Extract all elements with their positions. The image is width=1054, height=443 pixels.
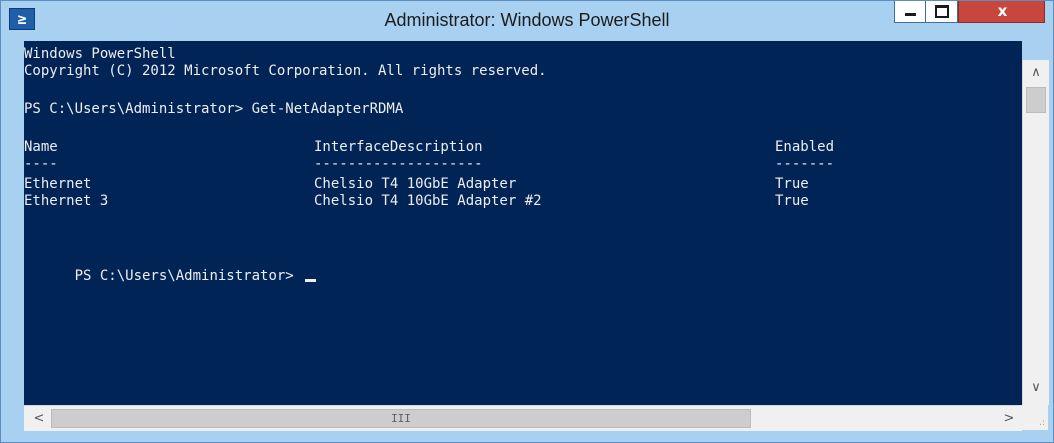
cell-enabled: True xyxy=(775,176,809,192)
scroll-up-icon[interactable]: ∧ xyxy=(1023,62,1049,84)
table-row: Ethernet 3 Chelsio T4 10GbE Adapter #2 T… xyxy=(24,193,1022,210)
cell-interface-description: Chelsio T4 10GbE Adapter #2 xyxy=(314,193,542,209)
separator-enabled: ------- xyxy=(775,156,835,172)
active-prompt-line[interactable]: PS C:\Users\Administrator> xyxy=(24,251,317,284)
maximize-icon xyxy=(935,5,949,18)
close-icon: x xyxy=(997,2,1008,20)
vertical-scroll-thumb[interactable] xyxy=(1026,87,1046,113)
cell-name: Ethernet 3 xyxy=(24,193,109,209)
maximize-button[interactable] xyxy=(926,1,958,23)
horizontal-scrollbar[interactable]: < III > xyxy=(24,405,1022,431)
header-interface-description: InterfaceDescription xyxy=(314,139,483,155)
title-bar[interactable]: ≥ Administrator: Windows PowerShell x xyxy=(1,1,1053,41)
cell-name: Ethernet xyxy=(24,176,92,192)
scroll-left-icon[interactable]: < xyxy=(28,406,50,431)
header-name: Name xyxy=(24,139,58,155)
vertical-scrollbar[interactable]: ∧ ∨ xyxy=(1022,60,1049,405)
command-prompt-line: PS C:\Users\Administrator> Get-NetAdapte… xyxy=(24,101,404,117)
separator-interface-description: -------------------- xyxy=(314,156,483,172)
scroll-right-icon[interactable]: > xyxy=(998,406,1020,431)
table-row: Ethernet Chelsio T4 10GbE Adapter True xyxy=(24,176,1022,193)
console-output[interactable]: Windows PowerShell Copyright (C) 2012 Mi… xyxy=(24,41,1022,405)
header-enabled: Enabled xyxy=(775,139,835,155)
minimize-icon xyxy=(905,13,916,16)
banner-copyright: Copyright (C) 2012 Microsoft Corporation… xyxy=(24,63,547,79)
prompt-text: PS C:\Users\Administrator> xyxy=(74,268,303,284)
banner-title: Windows PowerShell xyxy=(24,46,176,62)
cell-enabled: True xyxy=(775,193,809,209)
close-button[interactable]: x xyxy=(958,1,1045,23)
table-header-row: Name InterfaceDescription Enabled xyxy=(24,139,1022,156)
resize-grip-icon[interactable]: .: xyxy=(1022,405,1048,430)
scroll-down-icon[interactable]: ∨ xyxy=(1023,377,1049,399)
table-separator-row: ---- -------------------- ------- xyxy=(24,156,1022,173)
horizontal-scroll-thumb[interactable]: III xyxy=(51,409,751,428)
separator-name: ---- xyxy=(24,156,58,172)
powershell-window: ≥ Administrator: Windows PowerShell x Wi… xyxy=(0,0,1054,443)
text-cursor xyxy=(305,279,317,282)
minimize-button[interactable] xyxy=(894,1,926,23)
cell-interface-description: Chelsio T4 10GbE Adapter xyxy=(314,176,517,192)
